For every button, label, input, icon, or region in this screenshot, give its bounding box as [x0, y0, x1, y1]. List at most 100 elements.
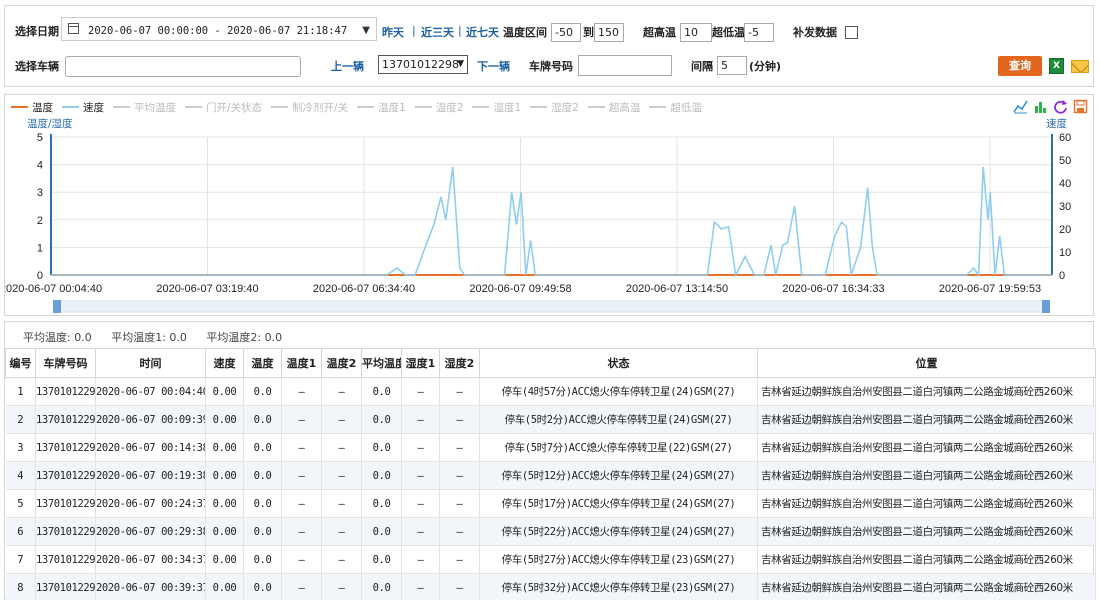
column-header[interactable]: 温度1 [281, 348, 322, 378]
x-tick-label: 2020-06-07 00:04:40 [5, 283, 102, 295]
table-cell: 吉林省延边朝鲜族自治州安图县二道白河镇两二公路金城商砼西260米 [757, 489, 1096, 518]
quick-3days-link[interactable]: 近三天 [421, 24, 454, 40]
table-cell: 3 [5, 433, 36, 462]
vehicle-select[interactable]: 13701012298 ▼ [378, 55, 468, 74]
table-cell: 0.0 [361, 545, 402, 574]
date-label: 选择日期 [15, 25, 59, 38]
legend-item[interactable]: 超低温 [649, 100, 702, 115]
table-cell: 吉林省延边朝鲜族自治州安图县二道白河镇两二公路金城商砼西260米 [757, 461, 1096, 490]
legend-label: 湿度1 [493, 102, 522, 114]
legend-item[interactable]: 超高温 [587, 100, 640, 115]
resend-checkbox[interactable] [845, 26, 858, 39]
table-row[interactable]: 1 13701012298 2020-06-07 00:04:40 0.00 0.0– –… [5, 377, 1096, 406]
table-cell: 停车(4时57分)ACC熄火停车停转卫星(24)GSM(27) [479, 377, 758, 406]
table-cell: 0.0 [243, 517, 282, 546]
table-cell: – [439, 377, 480, 406]
bar-chart-icon[interactable] [1033, 99, 1048, 114]
table-body: 1 13701012298 2020-06-07 00:04:40 0.00 0.0– –… [5, 377, 1096, 600]
quick-yesterday-link[interactable]: 昨天 [382, 24, 404, 40]
legend-item[interactable]: 平均温度 [113, 100, 176, 115]
date-range-picker[interactable]: 2020-06-07 00:00:00 - 2020-06-07 21:18:4… [61, 17, 377, 41]
table-cell: 0.00 [205, 433, 244, 462]
column-header[interactable]: 车牌号码 [35, 348, 96, 378]
avg-temp2-stat: 平均温度2: 0.0 [206, 331, 283, 344]
legend-swatch [472, 106, 490, 108]
column-header[interactable]: 状态 [479, 348, 758, 378]
column-header[interactable]: 湿度2 [439, 348, 480, 378]
table-cell: 0.00 [205, 573, 244, 600]
over-high-input[interactable]: 10 [680, 23, 712, 42]
legend-item[interactable]: 湿度1 [472, 100, 521, 115]
legend-item[interactable]: 速度 [62, 100, 104, 115]
table-cell: 13701012298 [35, 545, 96, 574]
table-cell: – [439, 433, 480, 462]
table-cell: 2 [5, 405, 36, 434]
temp-min-input[interactable]: -50 [551, 23, 581, 42]
interval-input[interactable]: 5 [717, 56, 747, 75]
legend-item[interactable]: 湿度2 [530, 100, 579, 115]
column-header[interactable]: 时间 [95, 348, 206, 378]
table-cell: 停车(5时17分)ACC熄火停车停转卫星(24)GSM(27) [479, 489, 758, 518]
next-vehicle-link[interactable]: 下一辆 [477, 58, 510, 74]
mail-icon[interactable] [1071, 60, 1089, 73]
legend-label: 平均温度 [134, 102, 176, 114]
over-low-input[interactable]: -5 [744, 23, 774, 42]
table-row[interactable]: 7 13701012298 2020-06-07 00:34:37 0.00 0.0– –… [5, 545, 1096, 574]
legend-item[interactable]: 温度 [11, 100, 53, 115]
legend-label: 速度 [83, 102, 104, 114]
table-cell: – [321, 461, 362, 490]
temp-max-input[interactable]: 150 [594, 23, 624, 42]
table-cell: 吉林省延边朝鲜族自治州安图县二道白河镇两二公路金城商砼西260米 [757, 545, 1096, 574]
quick-7days-link[interactable]: 近七天 [466, 24, 499, 40]
table-cell: 吉林省延边朝鲜族自治州安图县二道白河镇两二公路金城商砼西260米 [757, 377, 1096, 406]
right-tick-label: 0 [1059, 270, 1065, 282]
table-row[interactable]: 4 13701012298 2020-06-07 00:19:38 0.00 0.0– –… [5, 461, 1096, 490]
table-cell: 2020-06-07 00:34:37 [95, 545, 206, 574]
excel-icon[interactable]: X [1049, 58, 1064, 74]
column-header[interactable]: 编号 [5, 348, 36, 378]
column-header[interactable]: 位置 [757, 348, 1096, 378]
right-axis-title: 速度 [1046, 117, 1068, 130]
right-tick-label: 50 [1059, 155, 1071, 167]
legend-swatch [587, 106, 605, 108]
save-icon[interactable] [1073, 99, 1088, 114]
column-header[interactable]: 温度2 [321, 348, 362, 378]
table-cell: – [281, 545, 322, 574]
table-cell: – [439, 489, 480, 518]
chart-toolbox [1013, 99, 1089, 115]
legend-item[interactable]: 温度2 [414, 100, 463, 115]
table-cell: – [401, 377, 440, 406]
table-row[interactable]: 8 13701012298 2020-06-07 00:39:37 0.00 0.0– –… [5, 573, 1096, 600]
query-button[interactable]: 查询 [998, 56, 1042, 76]
table-cell: 0.0 [361, 433, 402, 462]
table-cell: 吉林省延边朝鲜族自治州安图县二道白河镇两二公路金城商砼西260米 [757, 517, 1096, 546]
column-header[interactable]: 平均温度 [361, 348, 402, 378]
vehicle-search-input[interactable] [65, 56, 301, 77]
column-header[interactable]: 速度 [205, 348, 244, 378]
vehicle-select-value: 13701012298 [382, 58, 459, 71]
left-tick-label: 0 [37, 270, 43, 282]
table-cell: – [281, 461, 322, 490]
line-chart-icon[interactable] [1013, 99, 1028, 114]
table-cell: – [281, 573, 322, 600]
prev-vehicle-link[interactable]: 上一辆 [331, 58, 364, 74]
refresh-icon[interactable] [1053, 99, 1068, 114]
x-tick-label: 2020-06-07 13:14:50 [626, 283, 728, 295]
plate-number-input[interactable] [578, 55, 672, 76]
table-row[interactable]: 5 13701012298 2020-06-07 00:24:37 0.00 0.0– –… [5, 489, 1096, 518]
table-row[interactable]: 2 13701012298 2020-06-07 00:09:39 0.00 0.0– –… [5, 405, 1096, 434]
to-label: 到 [583, 26, 594, 39]
right-tick-label: 40 [1059, 178, 1071, 190]
column-header[interactable]: 湿度1 [401, 348, 440, 378]
right-tick-label: 30 [1059, 201, 1071, 213]
table-cell: 停车(5时27分)ACC熄火停车停转卫星(23)GSM(27) [479, 545, 758, 574]
legend-item[interactable]: 温度1 [357, 100, 406, 115]
table-row[interactable]: 6 13701012298 2020-06-07 00:29:38 0.00 0.0– –… [5, 517, 1096, 546]
legend-item[interactable]: 门开/关状态 [185, 100, 262, 115]
column-header[interactable]: 温度 [243, 348, 282, 378]
table-row[interactable]: 3 13701012298 2020-06-07 00:14:38 0.00 0.0– –… [5, 433, 1096, 462]
x-tick-label: 2020-06-07 16:34:33 [782, 283, 884, 295]
table-cell: – [439, 545, 480, 574]
legend-item[interactable]: 制冷剂开/关 [271, 100, 348, 115]
right-tick-label: 20 [1059, 224, 1071, 236]
